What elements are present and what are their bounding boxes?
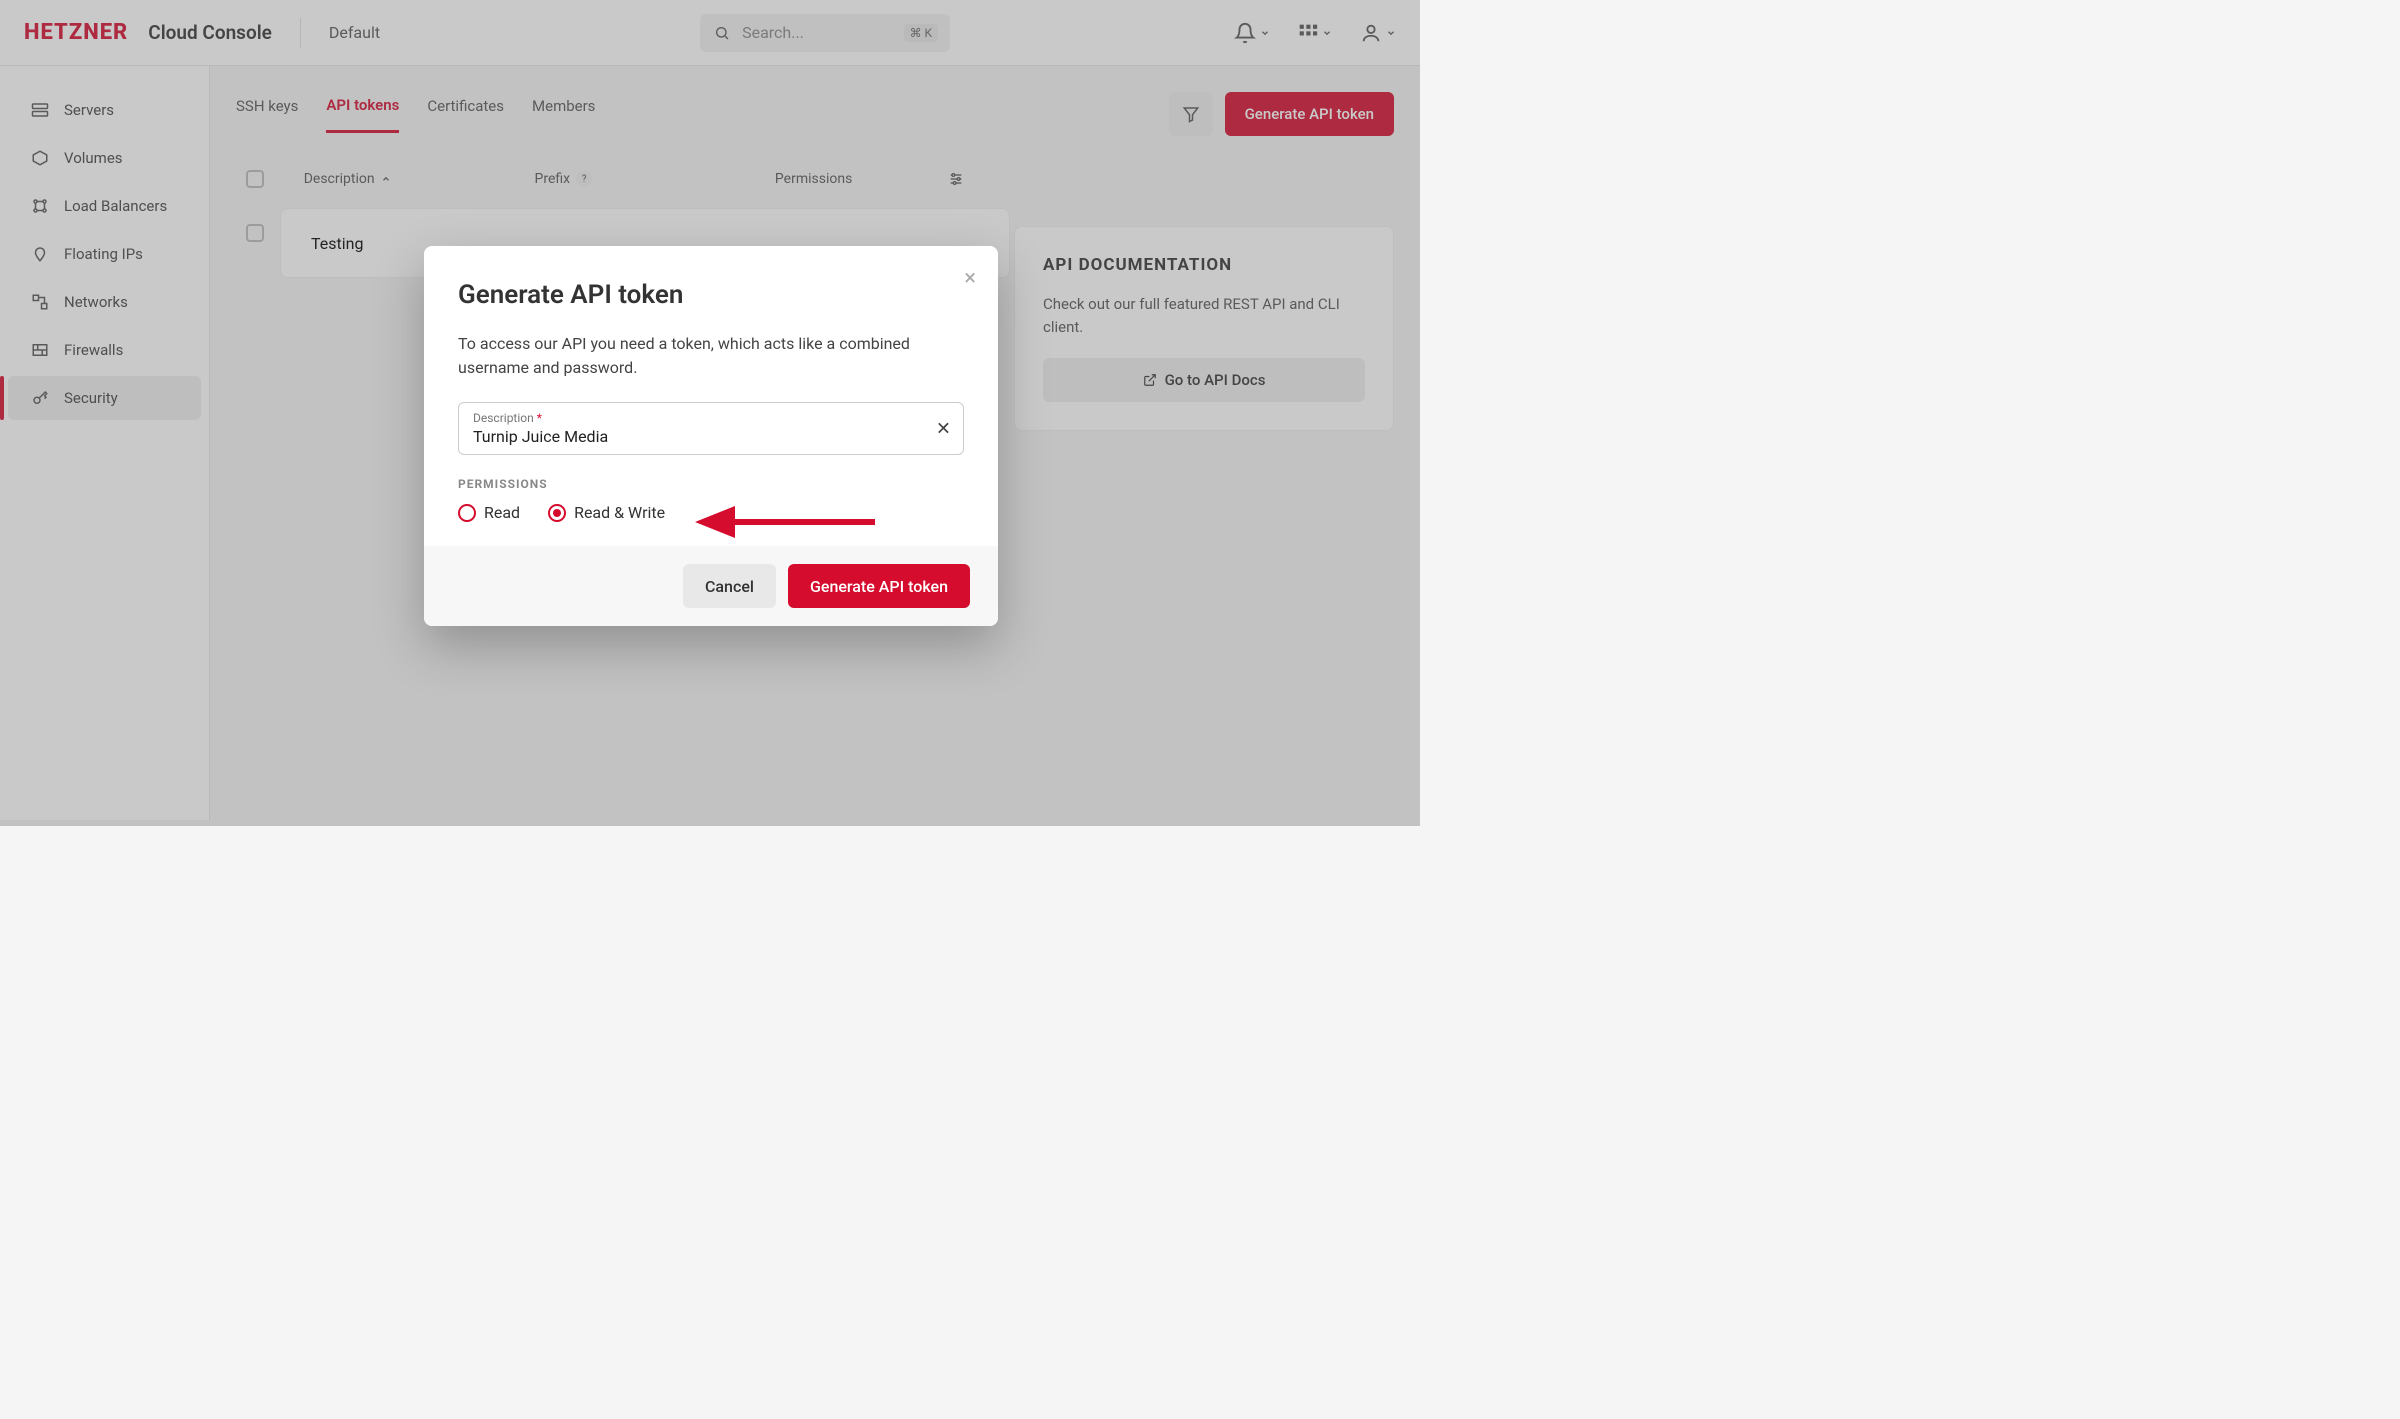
search-input[interactable]: Search... ⌘ K xyxy=(700,14,950,52)
sidebar: Servers Volumes Load Balancers Floating … xyxy=(0,66,210,820)
sidebar-item-servers[interactable]: Servers xyxy=(8,88,201,132)
doc-text: Check out our full featured REST API and… xyxy=(1043,293,1365,338)
radio-read-write-label: Read & Write xyxy=(574,503,665,522)
sidebar-item-floating-ips[interactable]: Floating IPs xyxy=(8,232,201,276)
help-icon[interactable]: ? xyxy=(576,171,592,187)
tab-members[interactable]: Members xyxy=(532,97,595,131)
row-description: Testing xyxy=(311,234,363,253)
logo: HETZNER xyxy=(24,20,128,45)
sidebar-item-label: Servers xyxy=(64,101,114,119)
chevron-down-icon xyxy=(1260,28,1270,38)
sidebar-item-label: Volumes xyxy=(64,149,123,167)
sidebar-item-label: Security xyxy=(64,389,118,407)
header: HETZNER Cloud Console Default Search... … xyxy=(0,0,1420,66)
radio-icon xyxy=(548,504,566,522)
close-button[interactable]: × xyxy=(964,266,976,291)
select-all-checkbox[interactable] xyxy=(246,170,264,188)
description-input[interactable] xyxy=(473,427,901,446)
sidebar-item-label: Networks xyxy=(64,293,128,311)
sidebar-item-label: Load Balancers xyxy=(64,197,167,215)
account-button[interactable] xyxy=(1360,22,1396,44)
col-prefix-label: Prefix xyxy=(535,171,571,187)
apps-button[interactable] xyxy=(1298,23,1332,43)
grid-icon xyxy=(1298,23,1318,43)
search-icon xyxy=(712,23,732,43)
radio-icon xyxy=(458,504,476,522)
server-icon xyxy=(30,100,50,120)
cancel-button[interactable]: Cancel xyxy=(683,564,776,608)
project-selector[interactable]: Default xyxy=(329,23,380,42)
generate-token-modal: × Generate API token To access our API y… xyxy=(424,246,998,626)
load-balancer-icon xyxy=(30,196,50,216)
annotation-arrow xyxy=(690,500,880,544)
doc-button-label: Go to API Docs xyxy=(1165,371,1266,389)
tabs: SSH keys API tokens Certificates Members… xyxy=(236,92,1394,136)
col-prefix[interactable]: Prefix ? xyxy=(535,171,775,187)
sidebar-item-label: Floating IPs xyxy=(64,245,143,263)
col-description[interactable]: Description xyxy=(304,171,535,187)
permissions-label: PERMISSIONS xyxy=(458,477,964,491)
user-icon xyxy=(1360,22,1382,44)
col-description-label: Description xyxy=(304,171,375,187)
tab-ssh-keys[interactable]: SSH keys xyxy=(236,97,298,131)
modal-title: Generate API token xyxy=(458,280,964,310)
external-link-icon xyxy=(1143,373,1157,387)
radio-read-label: Read xyxy=(484,503,520,522)
floating-ip-icon xyxy=(30,244,50,264)
col-permissions[interactable]: Permissions xyxy=(775,171,948,187)
filter-icon xyxy=(1182,105,1200,123)
go-to-api-docs-button[interactable]: Go to API Docs xyxy=(1043,358,1365,402)
firewall-icon xyxy=(30,340,50,360)
close-icon: × xyxy=(964,266,976,291)
generate-button[interactable]: Generate API token xyxy=(788,564,970,608)
app-name: Cloud Console xyxy=(148,21,272,44)
description-field[interactable]: Description * ✕ xyxy=(458,402,964,455)
modal-footer: Cancel Generate API token xyxy=(424,546,998,626)
tab-api-tokens[interactable]: API tokens xyxy=(326,96,399,133)
sidebar-item-label: Firewalls xyxy=(64,341,123,359)
sidebar-item-security[interactable]: Security xyxy=(8,376,201,420)
clear-input-button[interactable]: ✕ xyxy=(936,418,951,439)
table-header: Description Prefix ? Permissions xyxy=(236,170,1394,188)
chevron-down-icon xyxy=(1322,28,1332,38)
search-shortcut: ⌘ K xyxy=(904,24,939,42)
field-label: Description * xyxy=(473,411,949,425)
api-doc-card: API DOCUMENTATION Check out our full fea… xyxy=(1014,226,1394,431)
col-permissions-label: Permissions xyxy=(775,171,852,187)
divider xyxy=(300,18,301,48)
radio-read[interactable]: Read xyxy=(458,503,520,522)
table-settings-button[interactable] xyxy=(948,171,964,187)
generate-token-button[interactable]: Generate API token xyxy=(1225,92,1394,136)
filter-button[interactable] xyxy=(1169,92,1213,136)
key-icon xyxy=(30,388,50,408)
network-icon xyxy=(30,292,50,312)
radio-read-write[interactable]: Read & Write xyxy=(548,503,665,522)
sort-asc-icon xyxy=(381,174,391,184)
modal-description: To access our API you need a token, whic… xyxy=(458,332,964,380)
volume-icon xyxy=(30,148,50,168)
chevron-down-icon xyxy=(1386,28,1396,38)
header-right xyxy=(1234,22,1396,44)
sidebar-item-load-balancers[interactable]: Load Balancers xyxy=(8,184,201,228)
row-checkbox[interactable] xyxy=(246,224,264,242)
sidebar-item-firewalls[interactable]: Firewalls xyxy=(8,328,201,372)
bell-icon xyxy=(1234,22,1256,44)
tab-certificates[interactable]: Certificates xyxy=(427,97,504,131)
sidebar-item-networks[interactable]: Networks xyxy=(8,280,201,324)
sidebar-item-volumes[interactable]: Volumes xyxy=(8,136,201,180)
sliders-icon xyxy=(948,171,964,187)
close-icon: ✕ xyxy=(936,418,951,439)
search-placeholder: Search... xyxy=(742,23,804,42)
doc-title: API DOCUMENTATION xyxy=(1043,255,1365,275)
notifications-button[interactable] xyxy=(1234,22,1270,44)
